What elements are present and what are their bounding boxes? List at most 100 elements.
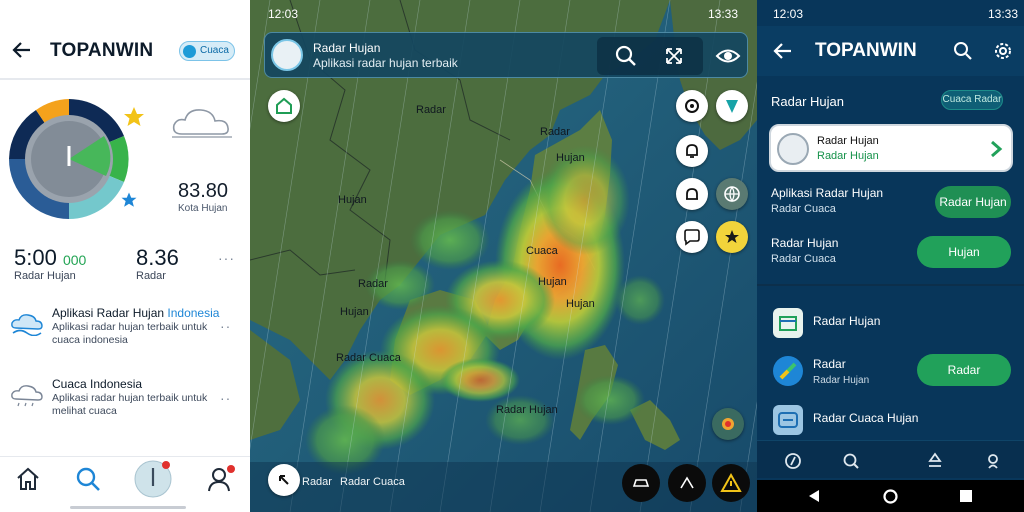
profile-icon[interactable] [204, 463, 236, 495]
location-icon [722, 418, 734, 430]
app-title: TOPANWIN [50, 40, 154, 61]
bell-button[interactable] [676, 135, 708, 167]
search-icon[interactable] [607, 37, 645, 75]
rain-cloud-icon [11, 314, 43, 336]
radar-card-icon [773, 405, 803, 435]
list-item-subtitle: Radar Hujan [813, 375, 870, 386]
search-icon[interactable] [72, 463, 104, 495]
map-label: Hujan [566, 298, 595, 310]
back-arrow-icon[interactable] [10, 38, 34, 62]
weather-chip[interactable]: Cuaca [179, 41, 235, 61]
more-options-icon[interactable]: ·· [220, 318, 231, 334]
stat-one-number: 5:00 [14, 245, 57, 270]
upload-nav-icon[interactable] [925, 451, 945, 471]
back-triangle-icon[interactable] [807, 489, 821, 503]
list-item-title-accent: Indonesia [167, 306, 220, 320]
list-item[interactable]: Radar Hujan [773, 308, 1013, 338]
map-search-bar[interactable]: Radar Hujan Aplikasi radar hujan terbaik [264, 32, 748, 78]
app-title: TOPANWIN [815, 40, 917, 61]
status-time: 12:03 [268, 7, 299, 21]
map-label: Hujan [538, 276, 567, 288]
weather-dot-icon [183, 45, 196, 58]
map-label: Radar [302, 476, 332, 488]
compass-icon[interactable] [133, 459, 173, 499]
search-icon[interactable] [951, 39, 975, 63]
list-action-button[interactable]: Radar [917, 354, 1011, 386]
status-bar: 12:03 13:33 [268, 4, 748, 24]
status-right: 13:33 [707, 7, 738, 21]
list-item-title: Radar Hujan [813, 314, 881, 328]
card-title: Radar Hujan [817, 135, 879, 147]
star-badge-button[interactable] [716, 221, 748, 253]
alarm-icon [686, 188, 698, 200]
settings-icon[interactable] [991, 39, 1015, 63]
bottom-navigation [757, 440, 1024, 478]
row-subtitle: Radar Cuaca [771, 253, 836, 265]
chevron-right-icon[interactable] [985, 138, 1007, 160]
star-badge-icon [725, 230, 739, 243]
location-button[interactable] [712, 408, 744, 440]
section-title: Radar Hujan [771, 94, 844, 109]
stat-two-value: 8.36 [136, 245, 179, 270]
list-item-title-main: Aplikasi Radar Hujan [52, 306, 165, 320]
more-options-icon[interactable]: ··· [218, 250, 235, 266]
layers-button[interactable] [676, 90, 708, 122]
star-icon[interactable] [122, 105, 146, 129]
map-label: Radar [358, 278, 388, 290]
stat-one-value: 5:00 000 [14, 245, 86, 271]
map-label: Radar [416, 104, 446, 116]
map-label: Hujan [556, 152, 585, 164]
row-action-button[interactable]: Hujan [917, 236, 1011, 268]
card-subtitle: Radar Hujan [817, 150, 879, 162]
home-icon[interactable] [12, 463, 44, 495]
search-nav-icon[interactable] [841, 451, 861, 471]
list-item[interactable]: Aplikasi Radar Hujan Indonesia Aplikasi … [10, 306, 240, 354]
compass-icon [773, 356, 803, 386]
avatar-icon [777, 133, 809, 165]
back-arrow-icon[interactable] [771, 39, 795, 63]
search-subtitle: Aplikasi radar hujan terbaik [313, 56, 458, 70]
list-item-title: Radar Cuaca Hujan [813, 411, 919, 425]
status-bar: 12:03 13:33 [773, 4, 1018, 22]
avatar-icon[interactable] [271, 39, 303, 71]
back-button[interactable] [268, 464, 300, 496]
more-options-icon[interactable]: ·· [220, 390, 231, 406]
list-item-title: Aplikasi Radar Hujan Indonesia [52, 306, 219, 320]
globe-button[interactable] [716, 178, 748, 210]
bottom-navigation [0, 456, 250, 512]
navigation-button[interactable] [716, 90, 748, 122]
row-action-button[interactable]: Radar Hujan [935, 186, 1011, 218]
recents-square-icon[interactable] [959, 489, 973, 503]
home-indicator [70, 506, 186, 509]
map-label: Radar Cuaca [340, 476, 405, 488]
stat-two-label: Radar [136, 270, 166, 282]
bell-icon [686, 144, 698, 158]
top-app-bar: TOPANWIN Cuaca [0, 0, 250, 80]
top-app-bar: TOPANWIN [757, 26, 1024, 76]
map-action-button[interactable] [712, 464, 750, 502]
profile-nav-icon[interactable] [983, 451, 1003, 471]
featured-card[interactable]: Radar Hujan Radar Hujan [769, 124, 1013, 172]
chat-button[interactable] [676, 221, 708, 253]
home-circle-icon[interactable] [883, 489, 898, 504]
map-label: Cuaca [526, 245, 558, 257]
list-item[interactable]: Radar Cuaca Hujan [773, 405, 1013, 435]
compass-nav-icon[interactable] [783, 451, 803, 471]
divider [757, 284, 1024, 286]
map-action-button[interactable] [668, 464, 706, 502]
cloud-icon [172, 109, 232, 138]
map-pin-button[interactable] [268, 90, 300, 122]
map-action-button[interactable] [622, 464, 660, 502]
section-pill[interactable]: Cuaca Radar [941, 90, 1003, 110]
big-reading: 83.80 [178, 180, 229, 202]
status-time: 12:03 [773, 7, 804, 21]
list-item-title: Radar [813, 357, 846, 371]
alarm-button[interactable] [676, 178, 708, 210]
row-subtitle: Radar Cuaca [771, 203, 836, 215]
back-icon [279, 475, 289, 485]
status-right: 13:33 [987, 7, 1018, 21]
list-item[interactable]: Cuaca Indonesia Aplikasi radar hujan ter… [10, 377, 240, 425]
expand-icon[interactable] [655, 37, 693, 75]
eye-icon[interactable] [709, 37, 747, 75]
right-screen: 12:03 13:33 TOPANWIN Radar Hujan Cuaca R… [757, 0, 1024, 512]
